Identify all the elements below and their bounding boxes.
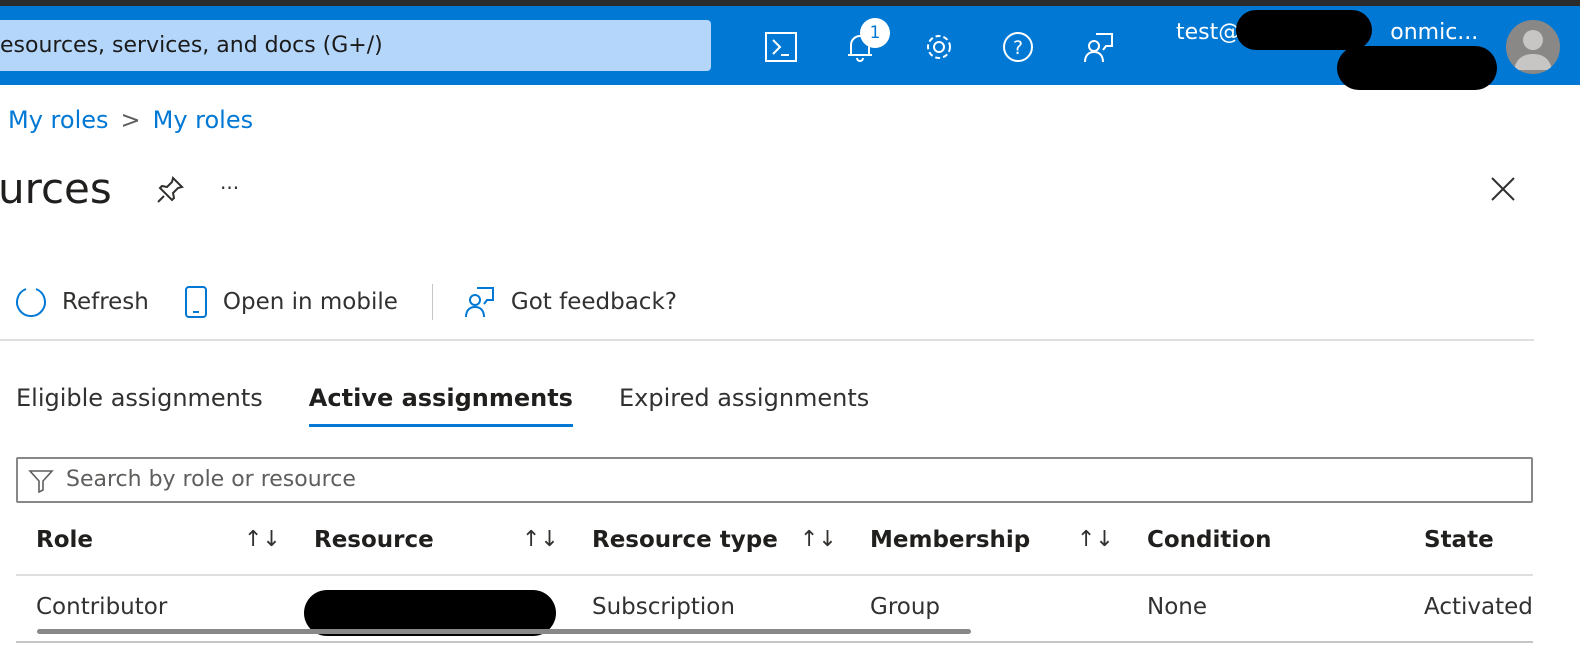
column-header-state[interactable]: State xyxy=(1424,527,1494,553)
column-header-resource[interactable]: Resource xyxy=(314,527,434,553)
assignment-tabs: Eligible assignments Active assignments … xyxy=(16,384,915,427)
user-name: test@ xyxy=(1176,20,1241,45)
column-header-role[interactable]: Role xyxy=(36,527,93,553)
toolbar-divider xyxy=(431,284,433,320)
sort-icon[interactable]: ↑↓ xyxy=(522,527,559,552)
chevron-right-icon: > xyxy=(120,106,141,134)
notification-badge: 1 xyxy=(860,18,890,48)
avatar[interactable] xyxy=(1506,20,1560,74)
redaction xyxy=(1337,46,1497,90)
cell-membership: Group xyxy=(870,594,941,620)
refresh-label: Refresh xyxy=(62,289,149,315)
refresh-icon xyxy=(16,288,46,317)
more-options-button[interactable]: ··· xyxy=(220,176,239,200)
settings-icon[interactable] xyxy=(922,30,956,64)
search-input[interactable]: Search by role or resource xyxy=(16,457,1533,503)
refresh-button[interactable]: Refresh xyxy=(14,285,149,319)
sort-icon[interactable]: ↑↓ xyxy=(244,527,281,552)
filter-icon xyxy=(28,470,54,494)
user-domain: onmic... xyxy=(1390,20,1479,45)
breadcrumb-link[interactable]: My roles xyxy=(153,106,254,134)
mobile-icon xyxy=(184,286,207,318)
help-icon[interactable]: ? xyxy=(1001,30,1035,64)
open-mobile-label: Open in mobile xyxy=(222,289,398,315)
svg-text:?: ? xyxy=(1013,37,1023,59)
sort-icon[interactable]: ↑↓ xyxy=(1077,527,1114,552)
page-title: urces xyxy=(0,164,112,213)
pin-icon[interactable] xyxy=(155,175,185,209)
feedback-label: Got feedback? xyxy=(510,289,677,315)
column-header-membership[interactable]: Membership xyxy=(870,527,1030,553)
feedback-button[interactable]: Got feedback? xyxy=(463,285,677,319)
cell-resource-type: Subscription xyxy=(592,594,735,620)
breadcrumb: My roles > My roles xyxy=(8,106,253,134)
redaction xyxy=(1236,10,1372,50)
horizontal-scrollbar[interactable] xyxy=(37,629,971,634)
open-in-mobile-button[interactable]: Open in mobile xyxy=(183,285,398,319)
row-divider xyxy=(16,574,1533,576)
cloud-shell-icon[interactable] xyxy=(764,30,798,64)
breadcrumb-link[interactable]: My roles xyxy=(8,106,109,134)
command-bar: Refresh Open in mobile Got feedback? xyxy=(14,284,711,320)
tab-eligible-assignments[interactable]: Eligible assignments xyxy=(16,384,263,427)
cell-role: Contributor xyxy=(36,594,168,620)
feedback-icon[interactable] xyxy=(1081,30,1115,64)
row-divider xyxy=(16,641,1533,643)
top-nav-bar: esources, services, and docs (G+/) 1 ? t… xyxy=(0,6,1580,90)
global-search-input[interactable]: esources, services, and docs (G+/) xyxy=(0,20,711,71)
tab-active-assignments[interactable]: Active assignments xyxy=(308,384,573,427)
close-icon[interactable] xyxy=(1490,176,1516,206)
search-placeholder: Search by role or resource xyxy=(66,467,356,492)
cell-condition: None xyxy=(1147,594,1208,620)
cell-state: Activated xyxy=(1424,594,1533,620)
tab-expired-assignments[interactable]: Expired assignments xyxy=(619,384,869,427)
column-header-resource-type[interactable]: Resource type xyxy=(592,527,778,553)
column-header-condition[interactable]: Condition xyxy=(1147,527,1271,553)
divider xyxy=(0,339,1534,341)
feedback-icon xyxy=(464,287,494,318)
sort-icon[interactable]: ↑↓ xyxy=(800,527,837,552)
